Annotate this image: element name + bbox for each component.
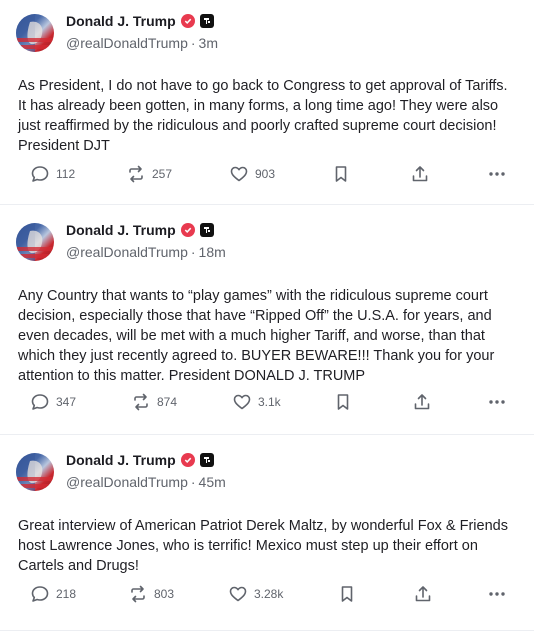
post-text: Any Country that wants to “play games” w… [18,288,495,384]
separator: · [190,474,196,490]
repost-icon [131,585,145,603]
post: Donald J. Trump @realDonaldTrump · 3m As P… [0,0,534,205]
share-icon [414,394,430,410]
post-text: As President, I do not have to go back t… [18,78,508,154]
post-time[interactable]: 45m [199,474,226,490]
post-actions: 218 803 3.28k [0,584,534,608]
like-button[interactable]: 3.1k [232,392,281,412]
post-time[interactable]: 3m [199,35,218,51]
bookmark-icon [335,166,347,182]
more-button[interactable] [487,584,507,604]
post-actions: 347 874 3.1k [0,392,534,416]
reply-button[interactable]: 347 [30,392,76,412]
repost-count: 874 [157,395,178,409]
avatar[interactable] [16,14,54,52]
repost-count: 803 [154,587,175,601]
avatar[interactable] [16,453,54,491]
like-button[interactable]: 903 [229,164,275,184]
bookmark-icon [337,394,349,410]
repost-button[interactable]: 257 [126,164,172,184]
reply-button[interactable]: 112 [30,164,75,184]
more-icon [489,592,505,596]
platform-icon [199,223,214,237]
verified-badge-icon [180,14,195,28]
reply-icon [31,394,49,410]
separator: · [190,244,196,260]
share-button[interactable] [412,392,432,412]
like-icon [233,394,251,410]
author-name[interactable]: Donald J. Trump [66,452,176,468]
reply-icon [31,166,49,182]
reply-count: 218 [56,587,77,601]
like-count: 3.28k [254,587,284,601]
post-header: Donald J. Trump @realDonaldTrump · 18m [16,221,226,261]
platform-icon [199,14,214,28]
post: Donald J. Trump @realDonaldTrump · 45m Gre… [0,435,534,631]
bookmark-icon [341,586,353,602]
share-button[interactable] [410,164,430,184]
bookmark-button[interactable] [333,392,353,412]
like-button[interactable]: 3.28k [228,584,283,604]
reply-button[interactable]: 218 [30,584,76,604]
post-time[interactable]: 18m [199,244,226,260]
author-name[interactable]: Donald J. Trump [66,13,176,29]
post-header: Donald J. Trump @realDonaldTrump · 45m [16,451,226,491]
reply-icon [31,586,49,602]
like-icon [229,586,247,602]
more-icon [489,400,505,404]
author-handle[interactable]: @realDonaldTrump [66,35,188,51]
bookmark-button[interactable] [337,584,357,604]
like-icon [230,166,248,182]
verified-badge-icon [180,223,195,237]
avatar[interactable] [16,223,54,261]
author-handle[interactable]: @realDonaldTrump [66,474,188,490]
reply-count: 112 [56,167,76,181]
share-icon [412,166,428,182]
repost-button[interactable]: 874 [131,392,177,412]
like-count: 3.1k [258,395,281,409]
post: Donald J. Trump @realDonaldTrump · 18m Any… [0,205,534,435]
more-icon [489,172,505,176]
repost-button[interactable]: 803 [128,584,174,604]
repost-icon [134,393,148,411]
more-button[interactable] [487,392,507,412]
repost-count: 257 [152,167,173,181]
share-button[interactable] [413,584,433,604]
platform-icon [199,453,214,467]
author-name[interactable]: Donald J. Trump [66,222,176,238]
repost-icon [129,165,143,183]
post-header: Donald J. Trump @realDonaldTrump · 3m [16,12,218,52]
author-handle[interactable]: @realDonaldTrump [66,244,188,260]
post-actions: 112 257 903 [0,164,534,188]
post-text: Great interview of American Patriot Dere… [18,518,508,574]
reply-count: 347 [56,395,77,409]
more-button[interactable] [487,164,507,184]
separator: · [190,35,196,51]
verified-badge-icon [180,453,195,467]
share-icon [415,586,431,602]
like-count: 903 [255,167,276,181]
bookmark-button[interactable] [331,164,351,184]
